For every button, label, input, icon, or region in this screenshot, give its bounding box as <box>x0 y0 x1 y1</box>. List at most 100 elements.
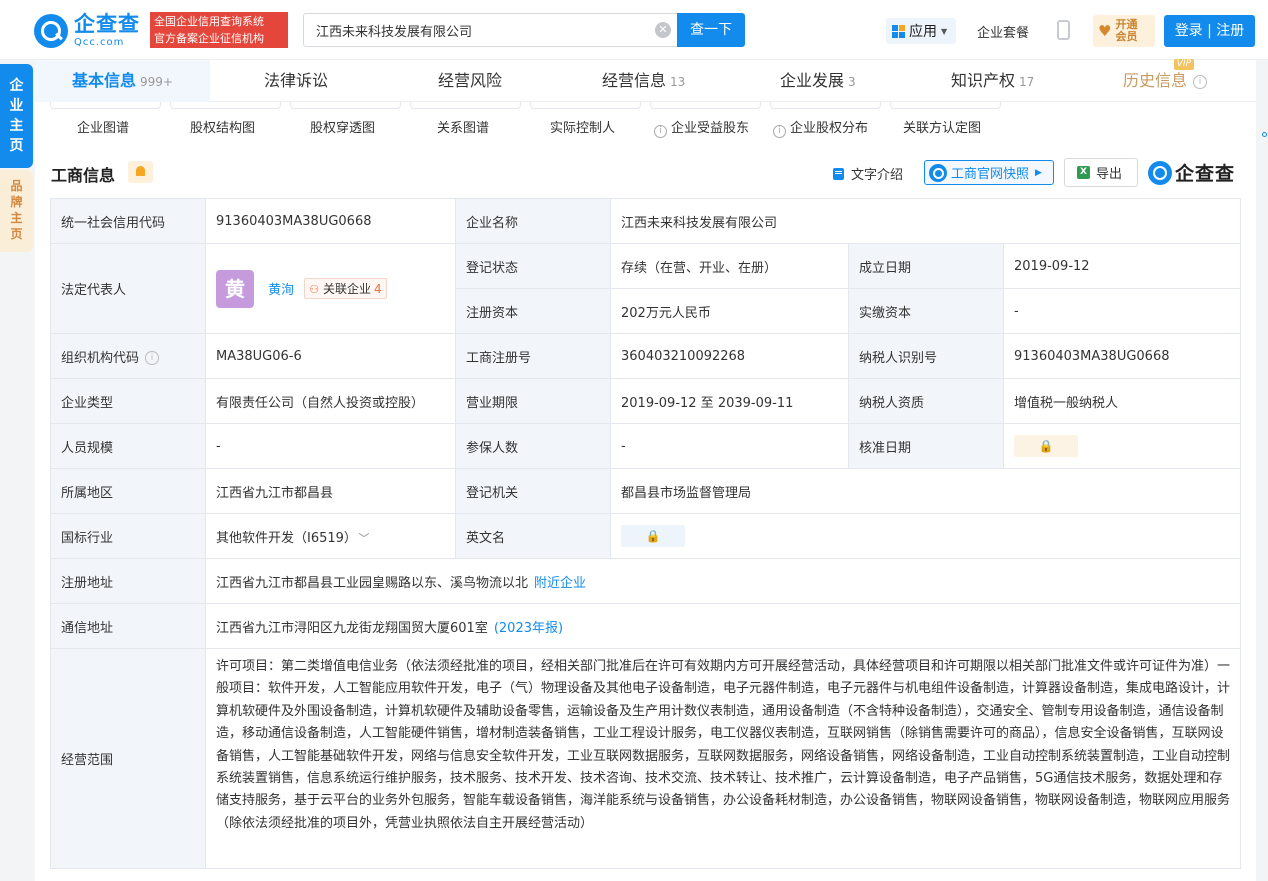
brand-home-tab[interactable]: 品 牌 主 页 <box>0 170 33 252</box>
legal-rep-name[interactable]: 黄洵 <box>268 283 294 298</box>
business-info-table: 统一社会信用代码 91360403MA38UG0668 企业名称 江西未来科技发… <box>50 198 1242 869</box>
industry-label: 国标行业 <box>50 513 206 559</box>
subnav-relation-graph[interactable]: 关系图谱 <box>437 117 489 136</box>
status-label: 登记状态 <box>455 243 611 289</box>
region-value: 江西省九江市都昌县 <box>205 468 456 514</box>
tab-count: 3 <box>848 75 856 89</box>
vip-lock-icon[interactable]: 🔒 <box>1014 435 1078 457</box>
industry-cell[interactable]: 其他软件开发（I6519） ﹀ <box>205 513 456 559</box>
english-name-cell: 🔒 <box>609 513 1242 559</box>
founded-label: 成立日期 <box>848 243 1004 289</box>
tab-operation-info[interactable]: 经营信息 13 <box>602 60 685 102</box>
document-icon <box>833 167 844 180</box>
brand-home-char: 页 <box>10 227 23 241</box>
enterprise-package-link[interactable]: 企业套餐 <box>977 22 1029 41</box>
thumbnail-strip <box>650 102 761 109</box>
type-value: 有限责任公司（自然人投资或控股） <box>205 378 456 424</box>
insured-label: 参保人数 <box>455 423 611 469</box>
tab-label: 经营风险 <box>438 71 503 90</box>
subnav-equity-structure[interactable]: 股权结构图 <box>190 117 255 136</box>
related-count: 4 <box>374 282 382 296</box>
tab-count: 999+ <box>140 75 173 89</box>
clear-icon[interactable]: ✕ <box>655 22 671 38</box>
staff-label: 人员规模 <box>50 423 206 469</box>
term-value: 2019-09-12 至 2039-09-11 <box>610 378 849 424</box>
company-home-char: 企 <box>9 78 24 94</box>
insured-value: - <box>610 423 849 469</box>
org-code-value: MA38UG06-6 <box>205 333 456 379</box>
subnav-actual-controller[interactable]: 实际控制人 <box>550 117 615 136</box>
approve-date-label: 核准日期 <box>848 423 1004 469</box>
tab-history[interactable]: 历史信息 i VIP <box>1123 59 1208 102</box>
brand-home-char: 主 <box>10 211 23 225</box>
lock-icon[interactable]: 🔒 <box>621 525 685 547</box>
company-name-label: 企业名称 <box>455 198 611 244</box>
top-bar: 企查查 Qcc.com 全国企业信用查询系统 官方备案企业征信机构 ✕ 查一下 … <box>0 0 1268 60</box>
company-home-tab[interactable]: 企 业 主 页 <box>0 64 33 168</box>
tab-count: 17 <box>1019 75 1035 89</box>
tab-label: 经营信息 <box>602 71 667 90</box>
chevron-down-icon[interactable]: ﹀ <box>358 532 369 545</box>
contact-address-value: 江西省九江市浔阳区九龙街龙翔国贸大厦601室 <box>216 620 488 636</box>
thumbnail-strip <box>890 102 1001 109</box>
tab-development[interactable]: 企业发展 3 <box>780 60 856 102</box>
company-home-char: 页 <box>9 138 24 154</box>
subnav-company-graph[interactable]: 企业图谱 <box>77 117 129 136</box>
qcc-logo[interactable]: 企查查 Qcc.com <box>34 12 140 50</box>
info-icon[interactable]: i <box>145 351 160 365</box>
app-menu-dropdown[interactable]: 应用 ▼ <box>886 18 956 44</box>
tab-business-risk[interactable]: 经营风险 <box>438 60 502 102</box>
tab-basic-info[interactable]: 基本信息 999+ <box>35 60 210 102</box>
scroll-indicator[interactable] <box>1262 132 1267 137</box>
taxpayer-qual-value: 增值税一般纳税人 <box>1002 378 1242 424</box>
official-snapshot-button[interactable]: 工商官网快照 ▶ <box>924 160 1054 185</box>
legal-rep-cell: 黄 黄洵 ⚇ 关联企业 4 <box>205 243 456 334</box>
search-input[interactable] <box>304 14 644 46</box>
vip-membership-button[interactable]: ♥ 开通 会员 <box>1093 15 1155 47</box>
excel-icon: X <box>1077 166 1090 179</box>
arrow-right-icon: ▶ <box>1035 167 1042 178</box>
tab-label: 基本信息 <box>72 71 137 90</box>
subnav-equity-penetration[interactable]: 股权穿透图 <box>310 117 375 136</box>
taxpayer-id-label: 纳税人识别号 <box>848 333 1004 379</box>
app-menu-label: 应用 <box>909 24 937 40</box>
founded-value: 2019-09-12 <box>1002 243 1242 289</box>
annual-report-link[interactable]: (2023年报) <box>494 621 563 636</box>
subnav-equity-distribution[interactable]: i 企业股权分布 <box>773 117 868 138</box>
avatar[interactable]: 黄 <box>216 269 254 308</box>
company-name-value: 江西未来科技发展有限公司 <box>609 198 1242 244</box>
mobile-phone-icon[interactable] <box>1057 20 1070 40</box>
term-label: 营业期限 <box>455 378 611 424</box>
text-intro-label: 文字介绍 <box>851 168 904 183</box>
subnav-related-party[interactable]: 关联方认定图 <box>903 117 981 136</box>
authority-label: 登记机关 <box>455 468 611 514</box>
bell-icon[interactable] <box>128 161 153 183</box>
staff-value: - <box>205 423 456 469</box>
qcc-logo-icon <box>34 14 68 48</box>
taxpayer-id-value: 91360403MA38UG0668 <box>1002 333 1242 379</box>
subnav-beneficiary[interactable]: i 企业受益股东 <box>654 117 749 138</box>
thumbnail-strip <box>530 102 641 109</box>
text-intro-link[interactable]: 文字介绍 <box>833 164 903 183</box>
thumbnail-strip <box>770 102 881 109</box>
region-label: 所属地区 <box>50 468 206 514</box>
export-button[interactable]: X 导出 <box>1064 158 1138 187</box>
nearby-companies-link[interactable]: 附近企业 <box>534 576 586 591</box>
export-label: 导出 <box>1096 167 1123 182</box>
tab-legal[interactable]: 法律诉讼 <box>264 60 328 102</box>
tab-label: 企业发展 <box>780 71 845 90</box>
approve-date-cell: 🔒 <box>1002 423 1242 469</box>
tab-ip[interactable]: 知识产权 17 <box>951 60 1034 102</box>
login-register-button[interactable]: 登录 | 注册 <box>1164 15 1255 47</box>
credit-code-value: 91360403MA38UG0668 <box>205 198 456 244</box>
tab-count: 13 <box>670 75 686 89</box>
related-companies-badge[interactable]: ⚇ 关联企业 4 <box>304 278 387 299</box>
tab-label: 历史信息 <box>1123 71 1188 90</box>
related-label: 关联企业 <box>323 282 372 296</box>
vip-line2: 会员 <box>1115 30 1138 43</box>
scope-label: 经营范围 <box>50 648 206 869</box>
brand-home-char: 牌 <box>10 195 23 209</box>
slogan-badge: 全国企业信用查询系统 官方备案企业征信机构 <box>150 12 288 48</box>
subnav-label: 企业股权分布 <box>790 121 869 136</box>
search-button[interactable]: 查一下 <box>677 13 745 47</box>
